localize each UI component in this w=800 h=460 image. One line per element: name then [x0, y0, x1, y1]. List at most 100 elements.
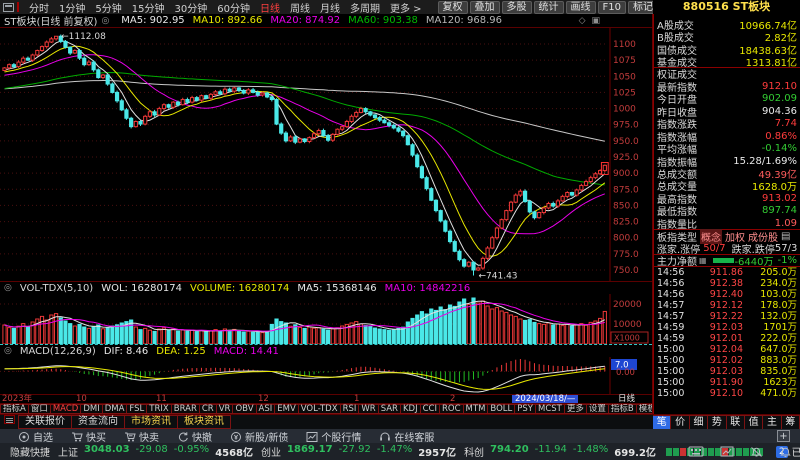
tick-row[interactable]: 14:59912.01222.0万	[654, 333, 800, 344]
bell-icon[interactable]	[779, 446, 792, 458]
period-tab[interactable]: 周线	[290, 4, 310, 15]
tool-button[interactable]: 叠加	[470, 1, 500, 14]
info-tab-板块资讯[interactable]: 板块资讯	[177, 415, 231, 429]
indicator-tab-PSY[interactable]: PSY	[515, 404, 536, 414]
period-tab[interactable]: 更多 >	[390, 4, 422, 15]
panel-tab-势[interactable]: 势	[708, 415, 726, 430]
info-tab-市场资讯[interactable]: 市场资讯	[124, 415, 178, 429]
candle-body	[266, 93, 269, 97]
indicator-tab-ROC[interactable]: ROC	[440, 404, 464, 414]
indicator-settings-icon[interactable]: ◎	[4, 283, 12, 293]
menu-grid-icon[interactable]	[4, 415, 15, 424]
tool-button[interactable]: 复权	[438, 1, 468, 14]
quick-action-快卖[interactable]: 快卖	[124, 429, 159, 444]
panel-tab-细[interactable]: 细	[690, 415, 708, 430]
indicator-tab-FSL[interactable]: FSL	[127, 404, 147, 414]
period-tab[interactable]: 多周期	[350, 4, 380, 15]
macd-chart[interactable]: 7.00.00	[0, 357, 653, 394]
indicator-settings-icon[interactable]: ◎	[101, 16, 109, 26]
indicator-tab-RSI[interactable]: RSI	[341, 404, 360, 414]
quick-action-新股/新债[interactable]: 新股/新债	[230, 429, 288, 444]
indicator-tab-MTM[interactable]: MTM	[464, 404, 489, 414]
mini-chart-icon[interactable]	[720, 446, 734, 457]
quick-action-个股行情[interactable]: 个股行情	[306, 429, 361, 444]
tool-button[interactable]: 统计	[534, 1, 564, 14]
indicator-tab-SAR[interactable]: SAR	[379, 404, 401, 414]
indicator-tab-指标B[interactable]: 指标B	[609, 404, 637, 414]
tick-row[interactable]: 15:00912.03835.0万	[654, 366, 800, 377]
panel-tab-筹[interactable]: 筹	[782, 415, 800, 430]
period-tab[interactable]: 60分钟	[217, 4, 250, 15]
panel-tab-联[interactable]: 联	[727, 415, 745, 430]
volume-bar-chart[interactable]: 2000010000X1000	[0, 294, 653, 344]
tick-row[interactable]: 14:57912.12178.0万	[654, 300, 800, 311]
indicator-tab-EMV[interactable]: EMV	[275, 404, 299, 414]
indicator-tab-MACD[interactable]: MACD	[51, 404, 81, 414]
period-tab[interactable]: 月线	[320, 4, 340, 15]
period-tab[interactable]: 日线	[260, 4, 280, 15]
volume-bar	[97, 325, 100, 344]
indicator-settings-icon[interactable]: ◎	[4, 346, 12, 356]
indicator-tab-BOLL[interactable]: BOLL	[488, 404, 515, 414]
indicator-tab-TRIX[interactable]: TRIX	[147, 404, 171, 414]
tick-row[interactable]: 14:56912.40103.0万	[654, 289, 800, 300]
tick-row[interactable]: 15:00912.02883.0万	[654, 355, 800, 366]
period-tab[interactable]: 15分钟	[132, 4, 165, 15]
indicator-tab-OBV[interactable]: OBV	[233, 404, 256, 414]
indicator-tab-DMA[interactable]: DMA	[103, 404, 128, 414]
panel-tab-值[interactable]: 值	[745, 415, 763, 430]
quick-action-在线客服[interactable]: 在线客服	[379, 429, 434, 444]
price-axis-label: 1075	[613, 56, 636, 66]
info-tab-资金流向[interactable]: 资金流向	[71, 415, 125, 429]
period-tab[interactable]: 5分钟	[95, 4, 121, 15]
quick-action-快撤[interactable]: 快撤	[177, 429, 212, 444]
quick-action-自选[interactable]: 自选	[18, 429, 53, 444]
indicator-tab-更多[interactable]: 更多	[565, 404, 587, 414]
indicator-tab-指标A[interactable]: 指标A	[0, 404, 29, 414]
bell-mute-icon[interactable]	[750, 446, 763, 458]
app-window-icon[interactable]	[3, 3, 14, 12]
indicator-tab-模板[interactable]: 模板	[637, 404, 652, 414]
candle-body	[54, 36, 57, 39]
panel-tab-笔[interactable]: 笔	[653, 415, 671, 430]
stat-value: 913.02	[762, 193, 797, 204]
flow-detail-icon[interactable]: ▦	[699, 256, 707, 265]
price-candlestick-chart[interactable]: 11001075105010251000975.0950.0925.0900.0…	[0, 28, 653, 281]
indicator-tab-CCI[interactable]: CCI	[421, 404, 440, 414]
tool-button[interactable]: 多股	[502, 1, 532, 14]
tool-button[interactable]: F10	[598, 1, 626, 14]
indicator-tab-设置[interactable]: 设置	[587, 404, 609, 414]
indicator-tab-KDJ[interactable]: KDJ	[401, 404, 421, 414]
panel-tab-主[interactable]: 主	[763, 415, 781, 430]
connection-status[interactable]: 已连接	[792, 444, 800, 459]
keyboard-icon[interactable]	[688, 446, 704, 457]
indicator-tab-VOL-TDX[interactable]: VOL-TDX	[299, 404, 341, 414]
indicator-tab-ASI[interactable]: ASI	[257, 404, 276, 414]
period-tab[interactable]: 30分钟	[174, 4, 207, 15]
tick-row[interactable]: 15:00912.04647.0万	[654, 344, 800, 355]
hide-shortcut-label[interactable]: 隐藏快捷	[10, 444, 50, 459]
tick-row[interactable]: 15:00912.10471.0万	[654, 388, 800, 399]
volume-bar	[312, 328, 315, 344]
list-icon[interactable]: ▤	[781, 231, 790, 242]
indicator-tab-窗口[interactable]: 窗口	[29, 404, 51, 414]
tool-button[interactable]: 画线	[566, 1, 596, 14]
tick-row[interactable]: 15:00911.901623万	[654, 377, 800, 388]
indicator-tab-DMI[interactable]: DMI	[81, 404, 102, 414]
indicator-tab-VR[interactable]: VR	[217, 404, 234, 414]
info-tab-关联报价[interactable]: 关联报价	[18, 415, 72, 429]
indicator-tab-CR[interactable]: CR	[200, 404, 217, 414]
tick-row[interactable]: 14:56911.86205.0万	[654, 267, 800, 278]
indicator-tab-BRAR[interactable]: BRAR	[172, 404, 200, 414]
tick-row[interactable]: 14:59912.031701万	[654, 322, 800, 333]
tick-row[interactable]: 14:56912.38234.0万	[654, 278, 800, 289]
pane-corner-icons[interactable]: ◇▣	[579, 16, 606, 26]
candle-body	[416, 155, 419, 167]
low-annotation: ←741.43	[479, 272, 518, 281]
panel-tab-价[interactable]: 价	[671, 415, 689, 430]
quick-action-快买[interactable]: 快买	[71, 429, 106, 444]
add-panel-button[interactable]: +	[777, 430, 790, 442]
tick-row[interactable]: 14:57912.22132.0万	[654, 311, 800, 322]
indicator-tab-MCST[interactable]: MCST	[536, 404, 565, 414]
indicator-tab-WR[interactable]: WR	[359, 404, 378, 414]
